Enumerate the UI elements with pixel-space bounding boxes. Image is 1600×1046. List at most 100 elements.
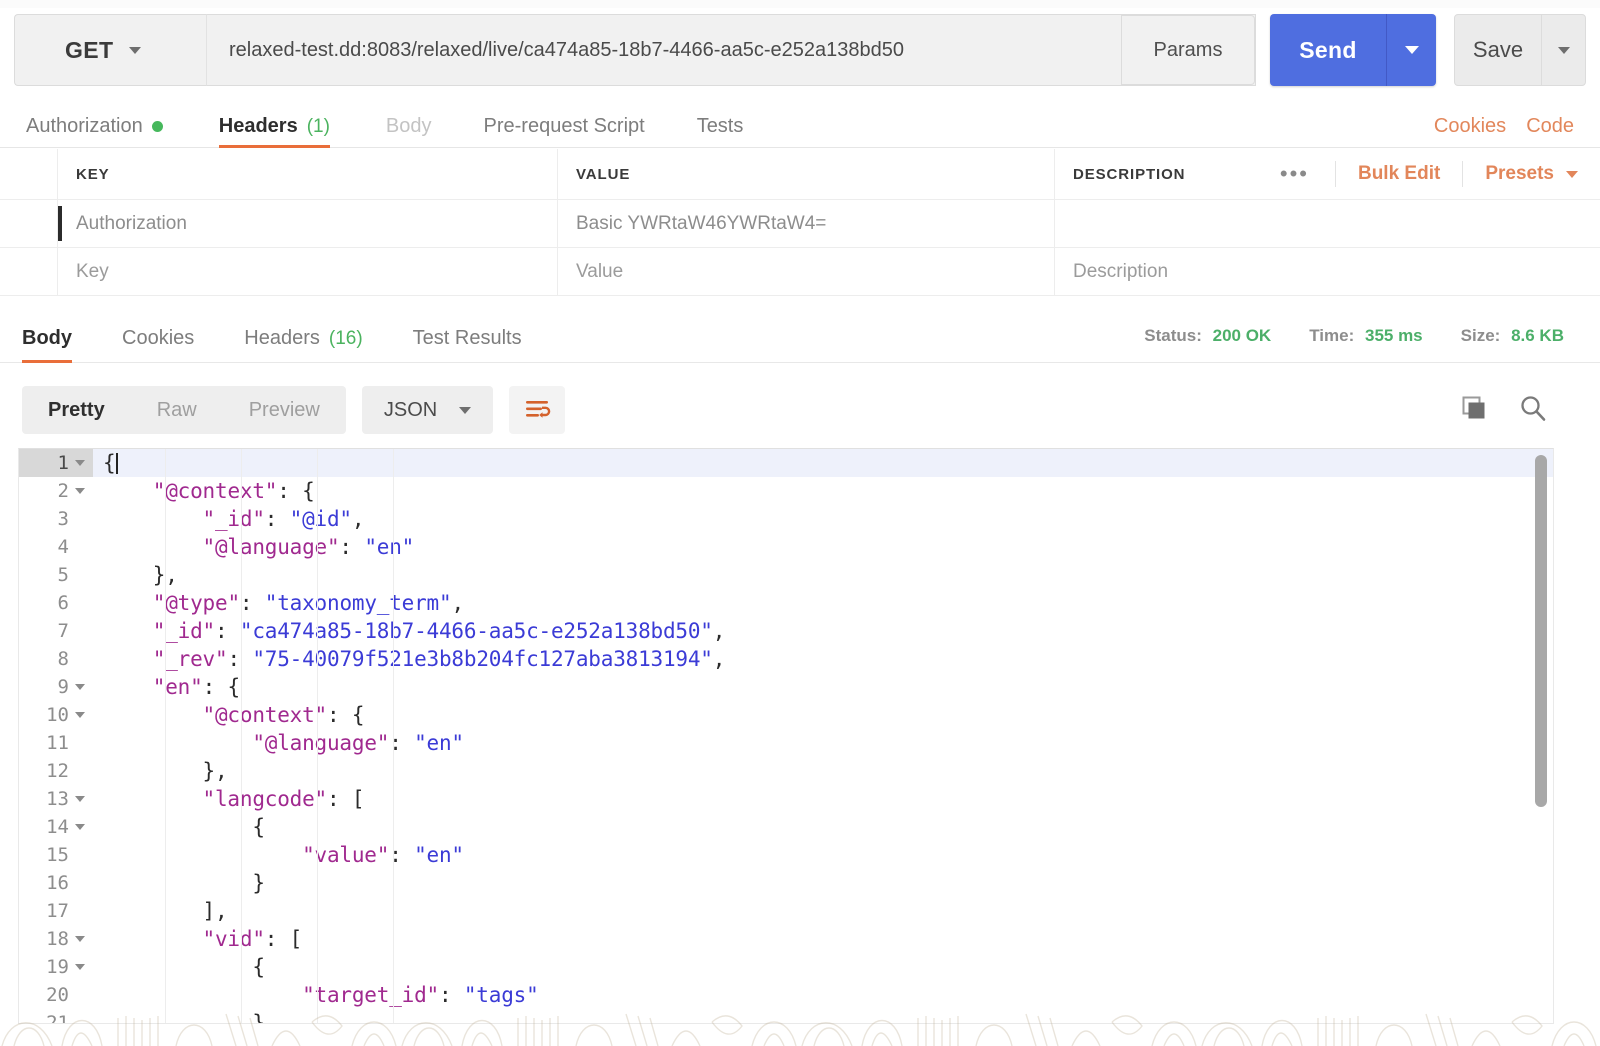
- code-line[interactable]: "@language": "en": [93, 533, 1553, 561]
- row-active-marker: [58, 206, 62, 241]
- code-line[interactable]: "target_id": "tags": [93, 981, 1553, 1009]
- size-value: 8.6 KB: [1511, 326, 1564, 345]
- code-lines[interactable]: { "@context": { "_id": "@id", "@language…: [93, 449, 1553, 1023]
- response-tab-headers[interactable]: Headers (16): [244, 327, 362, 362]
- value-value: Basic YWRtaW46YWRtaW4=: [576, 212, 827, 234]
- send-button-group: Send: [1270, 14, 1436, 86]
- fold-arrow-icon[interactable]: [75, 487, 85, 494]
- key-cell[interactable]: Authorization: [58, 200, 558, 247]
- fold-arrow-icon[interactable]: [75, 795, 85, 802]
- json-punct: : {: [277, 479, 315, 503]
- send-button[interactable]: Send: [1270, 14, 1386, 86]
- json-string: "75-40079f521e3b8b204fc127aba3813194": [252, 647, 713, 671]
- line-number-gutter: 1 2 3 4 5 6 7 8 9 10 11 12 13 14 15 16 17 18 19 20 21: [19, 449, 93, 1023]
- bulk-edit-button[interactable]: Bulk Edit: [1336, 163, 1462, 185]
- save-button[interactable]: Save: [1455, 15, 1541, 85]
- json-key: "@language": [202, 535, 340, 559]
- code-line[interactable]: "@context": {: [93, 701, 1553, 729]
- fold-arrow-icon[interactable]: [75, 459, 85, 466]
- column-header-label: VALUE: [576, 165, 631, 183]
- chevron-down-icon: [1557, 46, 1570, 54]
- code-line[interactable]: },: [93, 561, 1553, 589]
- description-cell[interactable]: [1055, 200, 1600, 247]
- code-line[interactable]: "_id": "ca474a85-18b7-4466-aa5c-e252a138…: [93, 617, 1553, 645]
- code-line[interactable]: "@type": "taxonomy_term",: [93, 589, 1553, 617]
- word-wrap-button[interactable]: [509, 386, 566, 434]
- vertical-scrollbar[interactable]: [1535, 453, 1547, 1021]
- code-line[interactable]: }: [93, 1009, 1553, 1023]
- params-button[interactable]: Params: [1121, 15, 1255, 85]
- code-line[interactable]: }: [93, 869, 1553, 897]
- fold-arrow-icon[interactable]: [75, 963, 85, 970]
- code-line[interactable]: "vid": [: [93, 925, 1553, 953]
- tab-label: Body: [22, 327, 72, 349]
- chevron-down-icon: [1404, 46, 1419, 54]
- response-body-viewer[interactable]: 1 2 3 4 5 6 7 8 9 10 11 12 13 14 15 16 17 18 19 20 21 { "@co…: [18, 448, 1554, 1024]
- tab-body[interactable]: Body: [386, 115, 432, 147]
- indent-guide: [393, 449, 394, 1023]
- response-tab-cookies[interactable]: Cookies: [122, 327, 194, 362]
- key-cell[interactable]: Key: [58, 248, 558, 295]
- json-punct: :: [215, 619, 240, 643]
- code-line[interactable]: "_rev": "75-40079f521e3b8b204fc127aba381…: [93, 645, 1553, 673]
- response-tab-test-results[interactable]: Test Results: [413, 327, 522, 362]
- line-number: 21: [19, 1009, 93, 1023]
- code-line[interactable]: "@language": "en": [93, 729, 1553, 757]
- fold-arrow-icon[interactable]: [75, 683, 85, 690]
- line-number: 20: [19, 981, 93, 1009]
- response-tab-body[interactable]: Body: [22, 327, 72, 363]
- row-checkbox-cell[interactable]: [0, 248, 58, 295]
- send-options-button[interactable]: [1386, 14, 1436, 86]
- status-label: Status:: [1144, 326, 1202, 345]
- fold-arrow-icon[interactable]: [75, 935, 85, 942]
- code-line[interactable]: {: [93, 813, 1553, 841]
- code-line[interactable]: "en": {: [93, 673, 1553, 701]
- tab-tests[interactable]: Tests: [697, 115, 744, 147]
- select-all-cell: [0, 149, 58, 199]
- fold-arrow-icon[interactable]: [75, 823, 85, 830]
- view-pretty-button[interactable]: Pretty: [22, 386, 131, 434]
- view-preview-button[interactable]: Preview: [223, 386, 346, 434]
- save-options-button[interactable]: [1541, 15, 1585, 85]
- tab-pre-request-script[interactable]: Pre-request Script: [484, 115, 645, 147]
- code-line[interactable]: "_id": "@id",: [93, 505, 1553, 533]
- code-line[interactable]: {: [93, 449, 1553, 477]
- description-cell[interactable]: Description: [1055, 248, 1600, 295]
- tab-headers[interactable]: Headers (1): [218, 115, 331, 148]
- status-badge: Status: 200 OK: [1144, 326, 1271, 346]
- url-input[interactable]: relaxed-test.dd:8083/relaxed/live/ca474a…: [207, 39, 1122, 62]
- json-punct: {: [252, 955, 265, 979]
- code-line[interactable]: {: [93, 953, 1553, 981]
- code-line[interactable]: ],: [93, 897, 1553, 925]
- format-select[interactable]: JSON: [361, 386, 494, 434]
- code-line[interactable]: "@context": {: [93, 477, 1553, 505]
- code-line[interactable]: },: [93, 757, 1553, 785]
- cookies-link[interactable]: Cookies: [1434, 115, 1506, 138]
- row-checkbox-cell[interactable]: [0, 200, 58, 247]
- line-number: 2: [19, 477, 93, 505]
- code-link[interactable]: Code: [1526, 115, 1574, 138]
- json-key: "langcode": [202, 787, 328, 811]
- indent-guide: [165, 449, 166, 1023]
- search-button[interactable]: [1518, 393, 1548, 428]
- http-method-select[interactable]: GET: [14, 14, 206, 86]
- time-badge: Time: 355 ms: [1309, 326, 1422, 346]
- fold-arrow-icon[interactable]: [75, 711, 85, 718]
- table-row[interactable]: Key Value Description: [0, 248, 1600, 296]
- json-punct: ,: [712, 619, 726, 643]
- more-options-icon[interactable]: •••: [1254, 163, 1335, 185]
- presets-button[interactable]: Presets: [1463, 163, 1600, 185]
- code-line[interactable]: "langcode": [: [93, 785, 1553, 813]
- chevron-down-icon: [459, 406, 472, 414]
- copy-button[interactable]: [1460, 394, 1488, 427]
- scrollbar-thumb[interactable]: [1535, 455, 1547, 807]
- code-line[interactable]: "value": "en": [93, 841, 1553, 869]
- value-cell[interactable]: Value: [558, 248, 1055, 295]
- view-raw-button[interactable]: Raw: [131, 386, 223, 434]
- tab-authorization[interactable]: Authorization: [26, 115, 163, 147]
- value-cell[interactable]: Basic YWRtaW46YWRtaW4=: [558, 200, 1055, 247]
- request-url-bar: GET relaxed-test.dd:8083/relaxed/live/ca…: [14, 14, 1586, 86]
- table-row[interactable]: Authorization Basic YWRtaW46YWRtaW4=: [0, 200, 1600, 248]
